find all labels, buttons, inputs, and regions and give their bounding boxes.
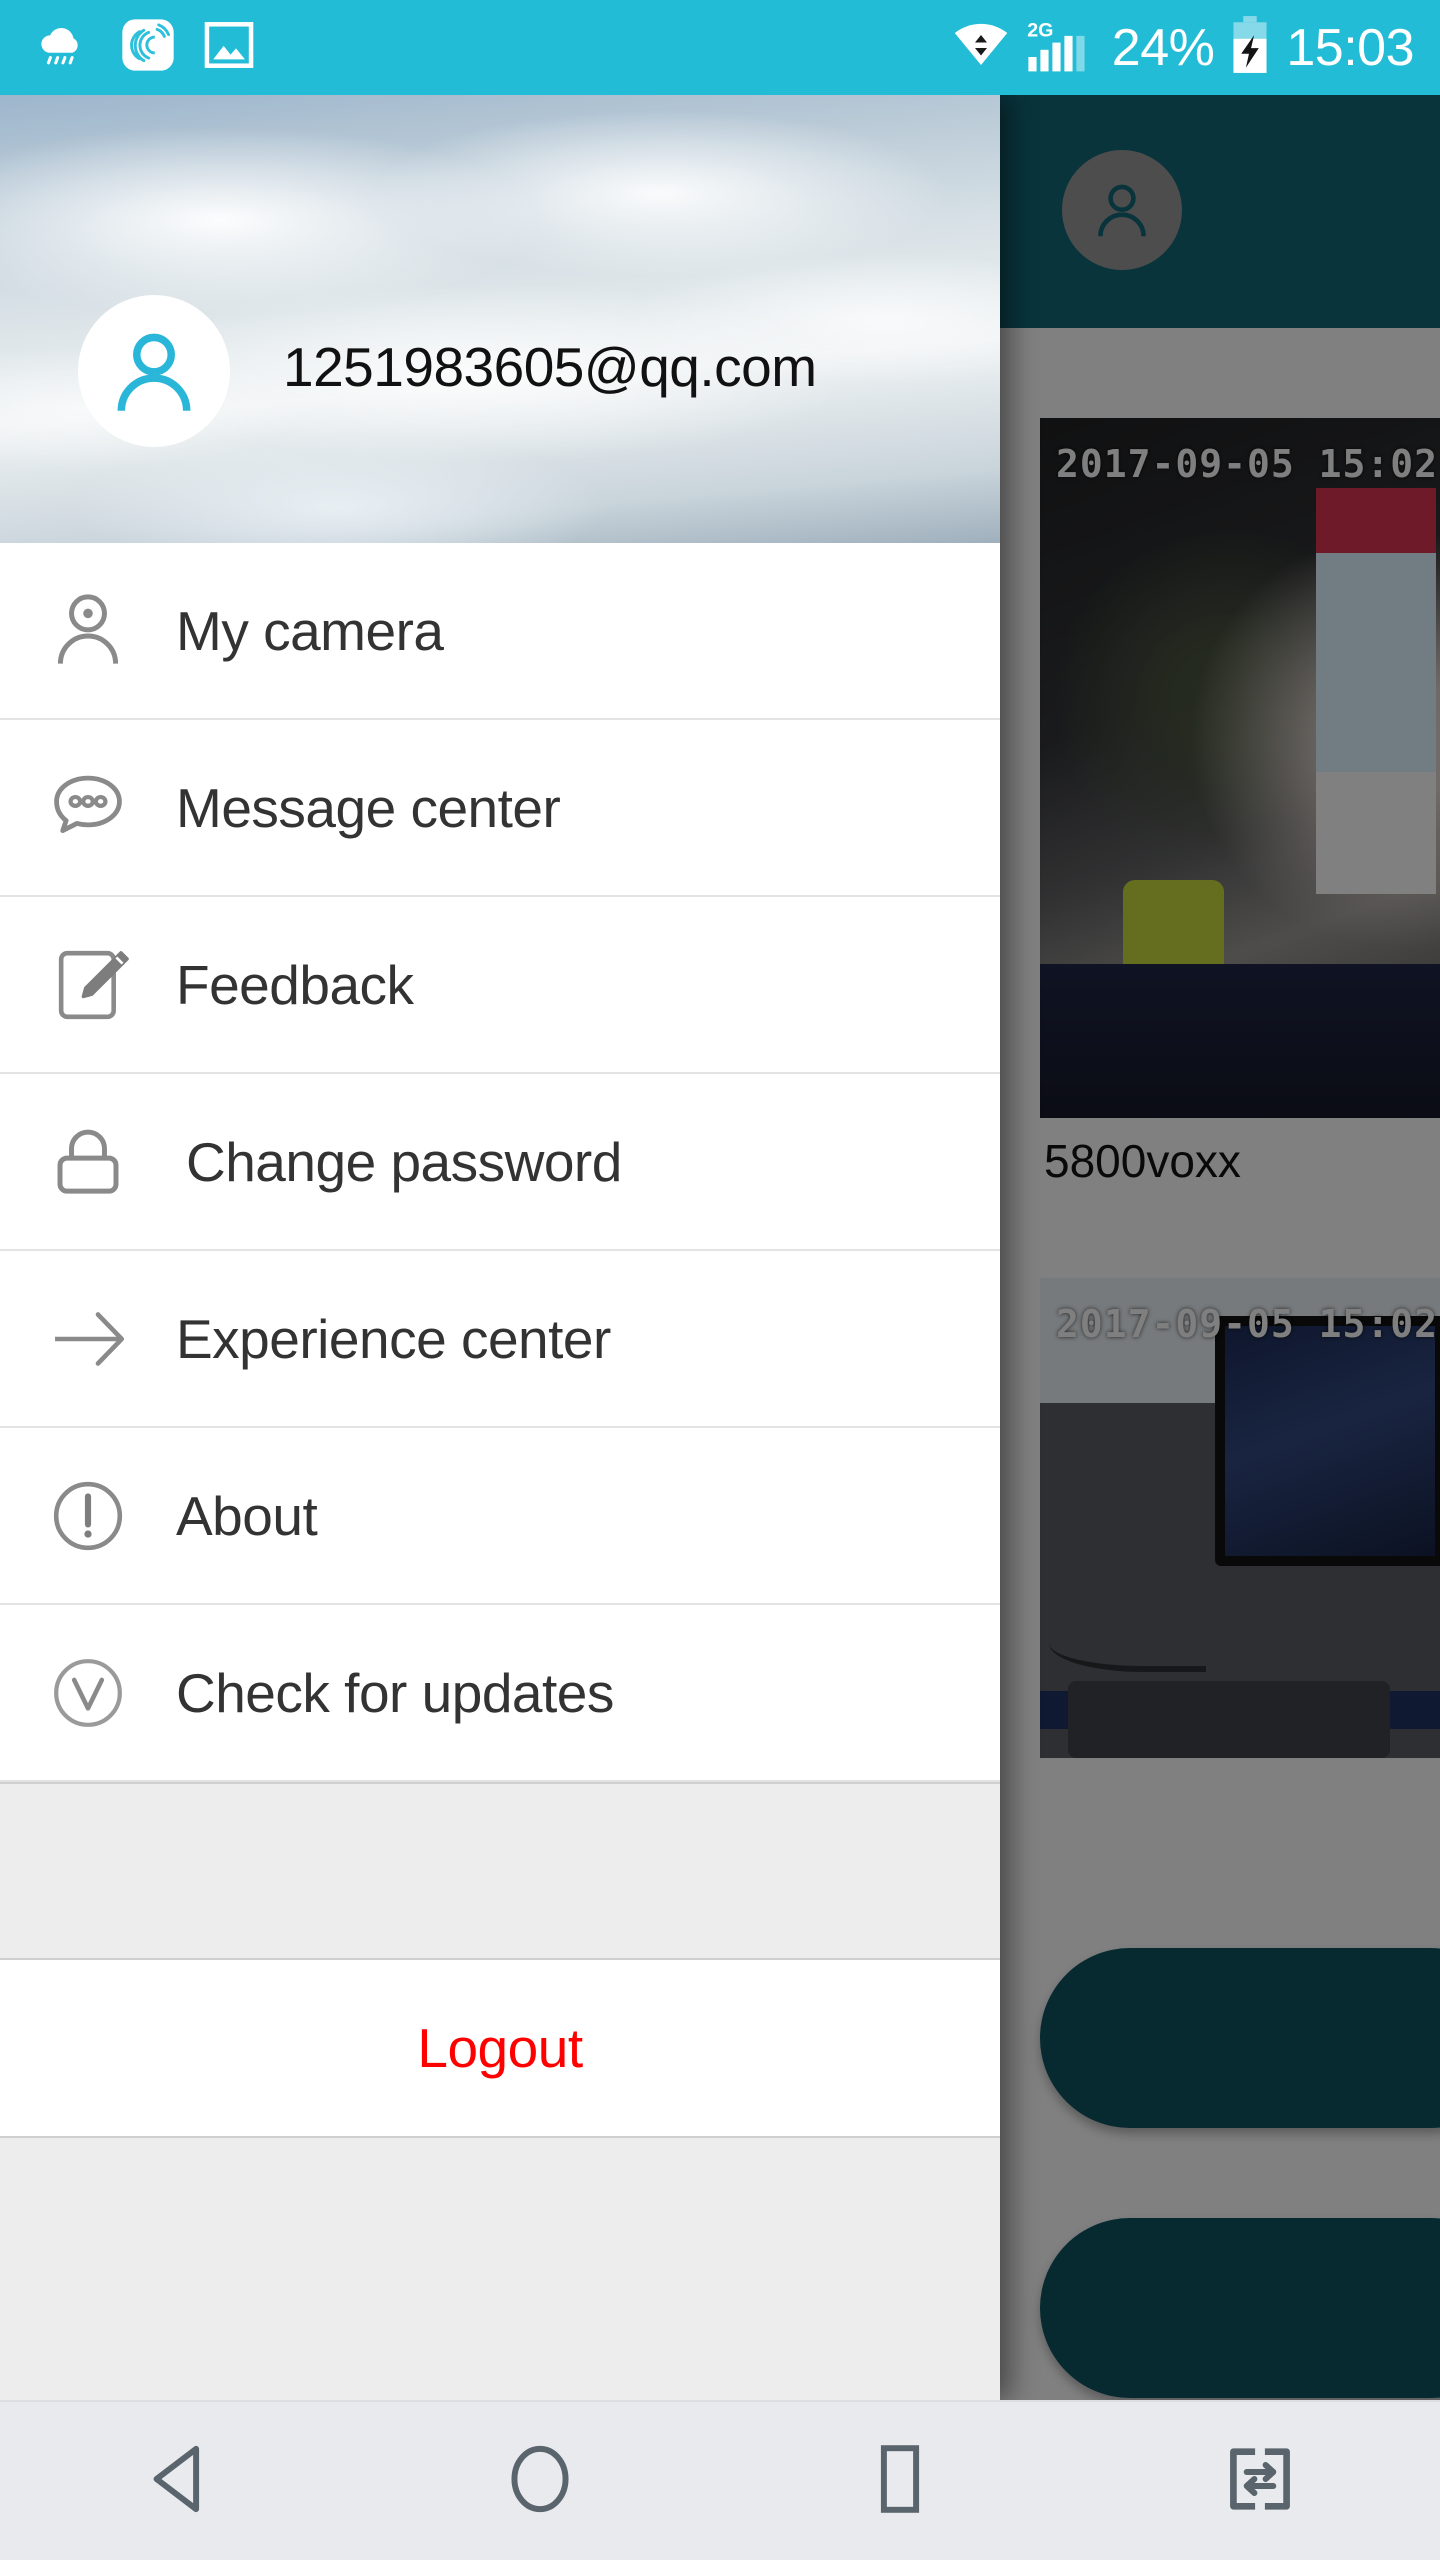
lock-icon	[0, 1116, 176, 1208]
version-circle-icon	[0, 1647, 176, 1739]
app-notification-icon	[120, 17, 176, 78]
split-screen-button[interactable]	[1080, 2401, 1440, 2560]
camera-person-icon	[0, 585, 176, 677]
sidebar-item-message-center[interactable]: Message center	[0, 720, 1000, 897]
sidebar-item-experience-center[interactable]: Experience center	[0, 1251, 1000, 1428]
avatar-person-icon	[117, 333, 191, 411]
system-nav-bar	[0, 2400, 1440, 2560]
status-bar: 2G 24% 15:03	[0, 0, 1440, 95]
drawer-spacer-upper	[0, 1782, 1000, 1960]
drawer-spacer-lower	[0, 2138, 1000, 2400]
sidebar-item-my-camera[interactable]: My camera	[0, 543, 1000, 720]
square-icon	[858, 2437, 942, 2526]
battery-percent-label: 24%	[1111, 18, 1215, 77]
dual-window-swap-icon	[1218, 2437, 1302, 2526]
arrow-right-icon	[0, 1293, 176, 1385]
sidebar-item-label: Change password	[186, 1130, 622, 1193]
edit-note-icon	[0, 939, 176, 1031]
sidebar-item-label: Feedback	[176, 953, 414, 1016]
phone-screen: 2017-09-05 15:02:1 5800voxx 2017-09-05 1…	[0, 0, 1440, 2560]
wifi-icon	[950, 20, 1012, 75]
sidebar-item-label: My camera	[176, 599, 444, 662]
status-bar-notifications	[0, 16, 950, 79]
battery-charging-icon	[1228, 14, 1272, 81]
logout-label: Logout	[417, 2017, 583, 2079]
sidebar-item-label: Check for updates	[176, 1661, 614, 1724]
signal-bars-icon: 2G	[1026, 16, 1098, 79]
sidebar-item-feedback[interactable]: Feedback	[0, 897, 1000, 1074]
exclamation-circle-icon	[0, 1470, 176, 1562]
recents-button[interactable]	[720, 2401, 1080, 2560]
account-email: 1251983605@qq.com	[283, 336, 817, 398]
sidebar-item-check-for-updates[interactable]: Check for updates	[0, 1605, 1000, 1782]
sidebar-item-about[interactable]: About	[0, 1428, 1000, 1605]
sidebar-item-label: Message center	[176, 776, 561, 839]
avatar[interactable]	[78, 295, 230, 447]
status-bar-indicators: 2G 24% 15:03	[950, 14, 1440, 81]
triangle-left-icon	[138, 2437, 222, 2526]
navigation-drawer: 1251983605@qq.com My camera Message cent…	[0, 95, 1000, 2400]
home-button[interactable]	[360, 2401, 720, 2560]
back-button[interactable]	[0, 2401, 360, 2560]
logout-button[interactable]: Logout	[0, 1960, 1000, 2138]
sidebar-item-change-password[interactable]: Change password	[0, 1074, 1000, 1251]
clock-label: 15:03	[1286, 18, 1414, 77]
screenshot-image-icon	[202, 18, 256, 77]
drawer-header: 1251983605@qq.com	[0, 95, 1000, 543]
svg-text:2G: 2G	[1027, 19, 1053, 41]
message-bubble-icon	[0, 762, 176, 854]
weather-rain-icon	[30, 16, 94, 79]
sidebar-item-label: About	[176, 1484, 318, 1547]
circle-icon	[498, 2437, 582, 2526]
sidebar-item-label: Experience center	[176, 1307, 611, 1370]
